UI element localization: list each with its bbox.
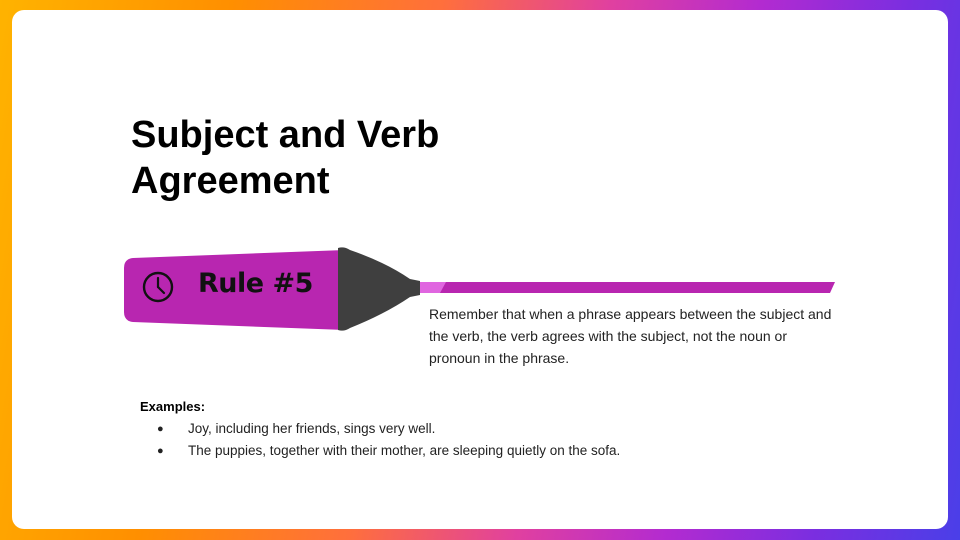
marker-tip bbox=[338, 247, 420, 331]
example-text: The puppies, together with their mother,… bbox=[188, 443, 621, 458]
rule-description: Remember that when a phrase appears betw… bbox=[429, 306, 832, 366]
highlight-stroke bbox=[410, 282, 835, 293]
list-item: ● Joy, including her friends, sings very… bbox=[140, 418, 840, 440]
example-text: Joy, including her friends, sings very w… bbox=[188, 421, 436, 436]
list-item: ● The puppies, together with their mothe… bbox=[140, 440, 840, 462]
rule-label: Rule #5 bbox=[198, 268, 313, 299]
bullet-dot-icon: ● bbox=[157, 445, 164, 457]
examples-list: ● Joy, including her friends, sings very… bbox=[140, 418, 840, 462]
clock-icon bbox=[142, 271, 174, 303]
bullet-dot-icon: ● bbox=[157, 423, 164, 435]
examples-heading: Examples: bbox=[140, 399, 206, 414]
examples-section: Examples: ● Joy, including her friends, … bbox=[140, 398, 840, 462]
